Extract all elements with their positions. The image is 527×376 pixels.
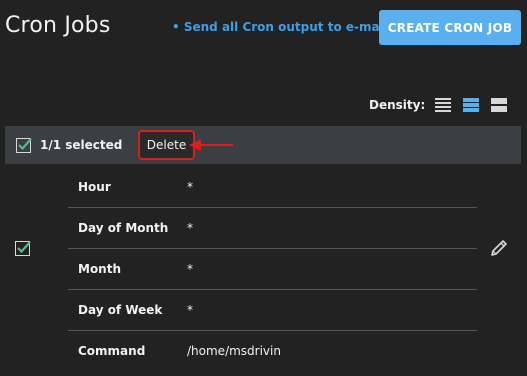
selected-count: 1/1 selected [40, 138, 123, 152]
density-control: Density: [369, 97, 508, 113]
field-label: Day of Month [78, 221, 169, 235]
field-label: Hour [78, 179, 111, 194]
field-value: * [187, 303, 193, 317]
comfortable-icon[interactable] [491, 97, 508, 113]
cron-job-details: Hour * Day of Month * Month * Day of Wee… [68, 166, 477, 371]
send-cron-output-email-link[interactable]: • Send all Cron output to e-mail [172, 20, 388, 34]
field-label: Month [78, 262, 122, 276]
field-value: * [187, 221, 193, 235]
field-value: * [187, 179, 193, 194]
pencil-icon[interactable] [489, 238, 509, 258]
density-label: Density: [369, 98, 426, 112]
bulk-action-bar: 1/1 selected Delete [5, 126, 521, 164]
create-cron-job-button[interactable]: CREATE CRON JOB [379, 10, 521, 45]
field-row-day-of-month: Day of Month * [68, 207, 477, 248]
field-value: /home/msdrivin [187, 344, 281, 358]
delete-button[interactable]: Delete [138, 130, 195, 160]
row-checkbox[interactable] [15, 240, 31, 256]
field-row-day-of-week: Day of Week * [68, 289, 477, 330]
annotation-arrow [189, 139, 233, 151]
field-row-hour: Hour * [68, 166, 477, 207]
field-row-command: Command /home/msdrivin [68, 330, 477, 371]
page-title: Cron Jobs [5, 13, 111, 38]
field-value: * [187, 262, 193, 276]
field-label: Day of Week [78, 303, 163, 317]
field-label: Command [78, 344, 146, 358]
field-row-month: Month * [68, 248, 477, 289]
list-icon[interactable] [435, 97, 452, 113]
select-all-checkbox[interactable] [16, 137, 32, 153]
compact-icon[interactable] [463, 97, 480, 113]
